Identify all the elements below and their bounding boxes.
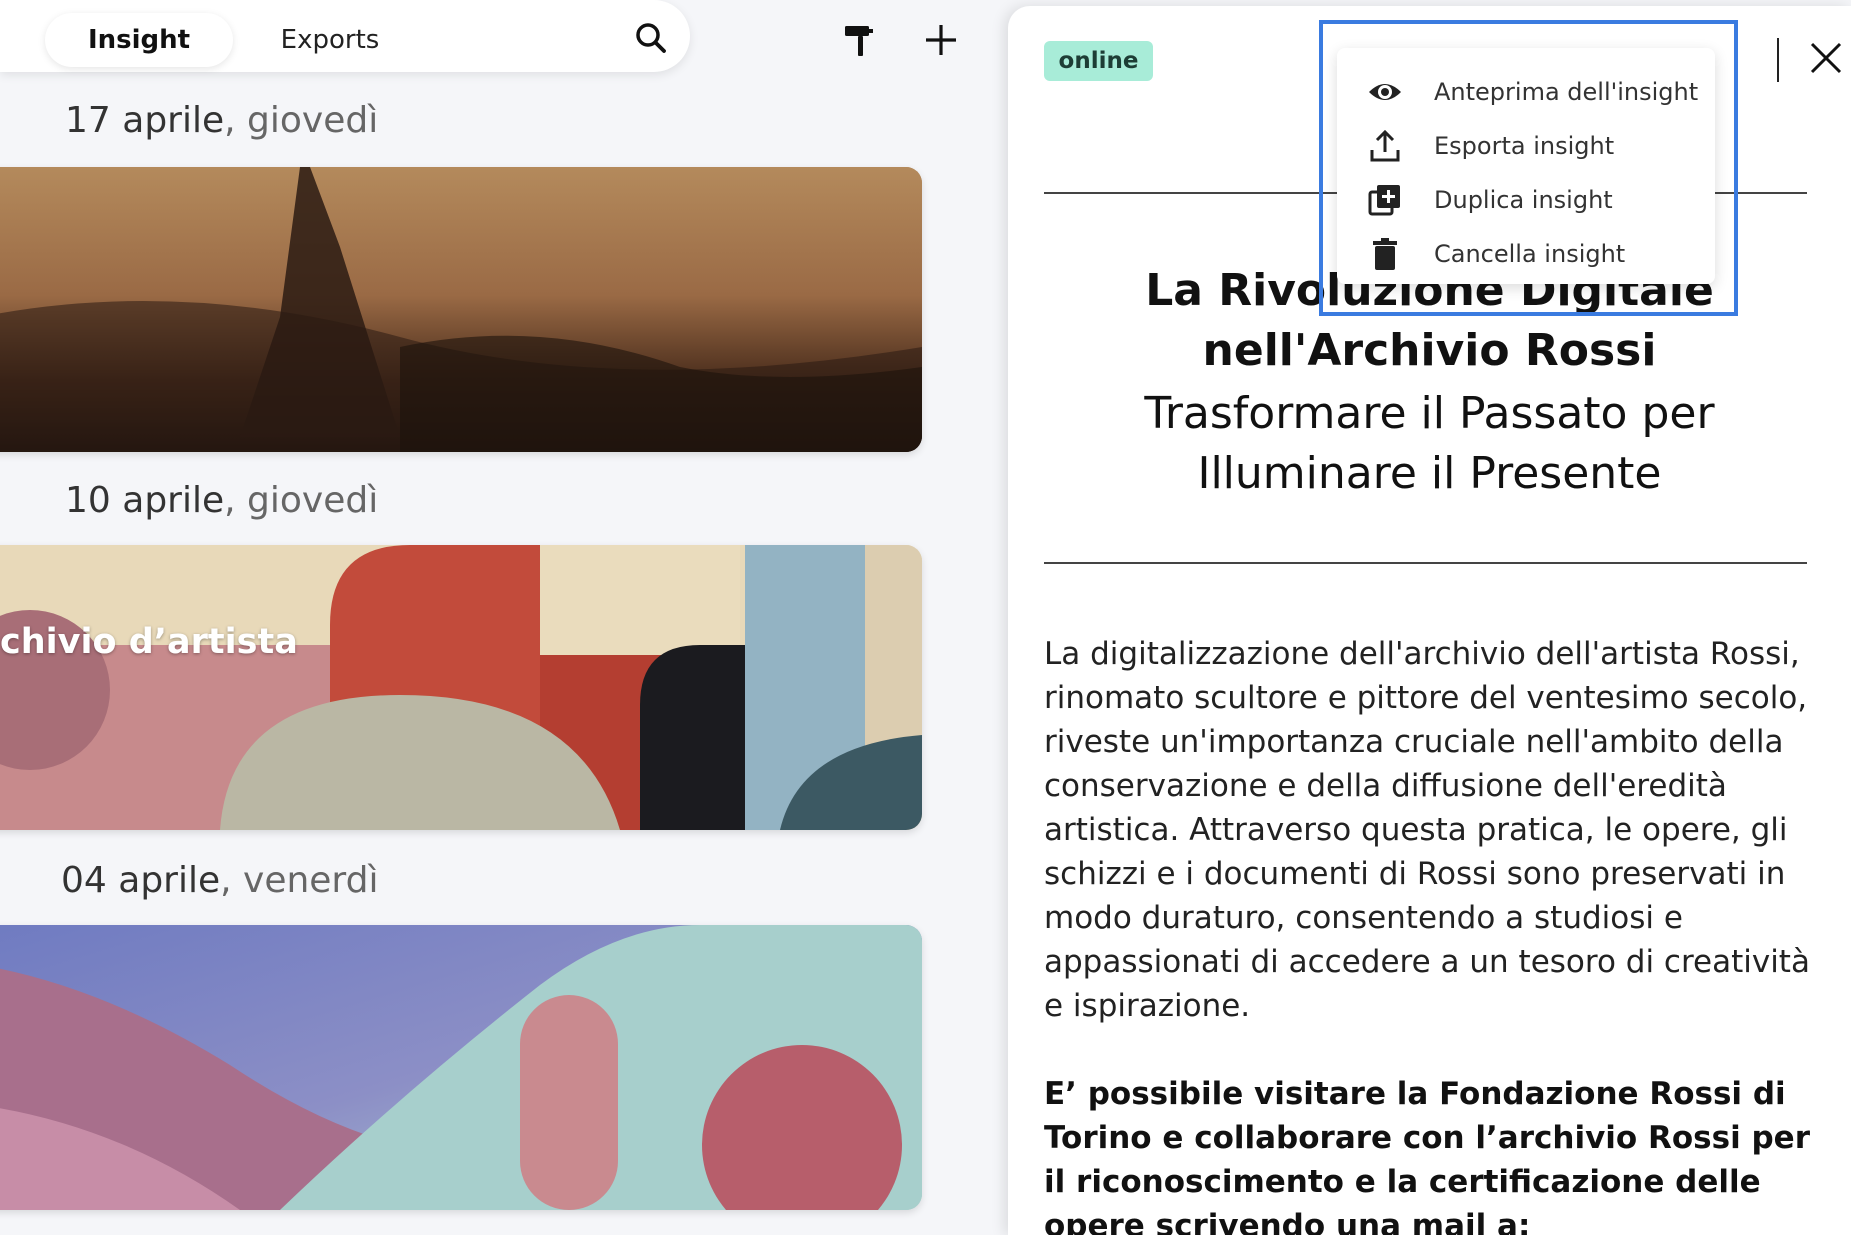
entry-date: 10 aprile, giovedì: [65, 480, 379, 521]
eye-icon: [1367, 74, 1403, 110]
card-title: chivio d’artista: [0, 622, 298, 662]
insight-card[interactable]: [0, 167, 922, 452]
top-toolbar: Insight Exports: [0, 0, 690, 72]
menu-item-label: Esporta insight: [1434, 132, 1615, 160]
insight-list-pane: Insight Exports 17 aprile, giovedì 10 ap…: [0, 0, 1000, 1235]
insight-card[interactable]: chivio d’artista: [0, 545, 922, 830]
menu-item-preview[interactable]: Anteprima dell'insight: [1337, 65, 1715, 119]
entry-date: 04 aprile, venerdì: [61, 860, 379, 901]
search-icon[interactable]: [633, 20, 669, 56]
format-paint-icon[interactable]: [838, 20, 878, 60]
close-icon[interactable]: [1808, 40, 1844, 76]
menu-item-delete[interactable]: Cancella insight: [1337, 227, 1715, 281]
tab-insight[interactable]: Insight: [45, 13, 233, 67]
menu-item-label: Duplica insight: [1434, 186, 1613, 214]
tab-exports[interactable]: Exports: [255, 13, 405, 67]
doc-subtitle: Trasformare il Passato per Illuminare il…: [1144, 388, 1715, 499]
entry-date: 17 aprile, giovedì: [65, 100, 379, 141]
menu-item-label: Cancella insight: [1434, 240, 1626, 268]
menu-item-duplicate[interactable]: Duplica insight: [1337, 173, 1715, 227]
divider: [1044, 562, 1807, 564]
upload-icon: [1367, 128, 1403, 164]
status-badge: online: [1044, 41, 1153, 81]
insight-card[interactable]: [0, 925, 922, 1210]
menu-item-label: Anteprima dell'insight: [1434, 78, 1699, 106]
doc-body: La digitalizzazione dell'archivio dell'a…: [1044, 636, 1810, 1024]
add-icon[interactable]: [921, 20, 961, 60]
trash-icon: [1367, 236, 1403, 272]
doc-body-bold: E’ possibile visitare la Fondazione Ross…: [1044, 1076, 1810, 1235]
toolbar-divider: [1777, 38, 1779, 82]
menu-item-export[interactable]: Esporta insight: [1337, 119, 1715, 173]
context-menu: Anteprima dell'insight Esporta insight D…: [1337, 48, 1715, 284]
duplicate-icon: [1367, 182, 1403, 218]
